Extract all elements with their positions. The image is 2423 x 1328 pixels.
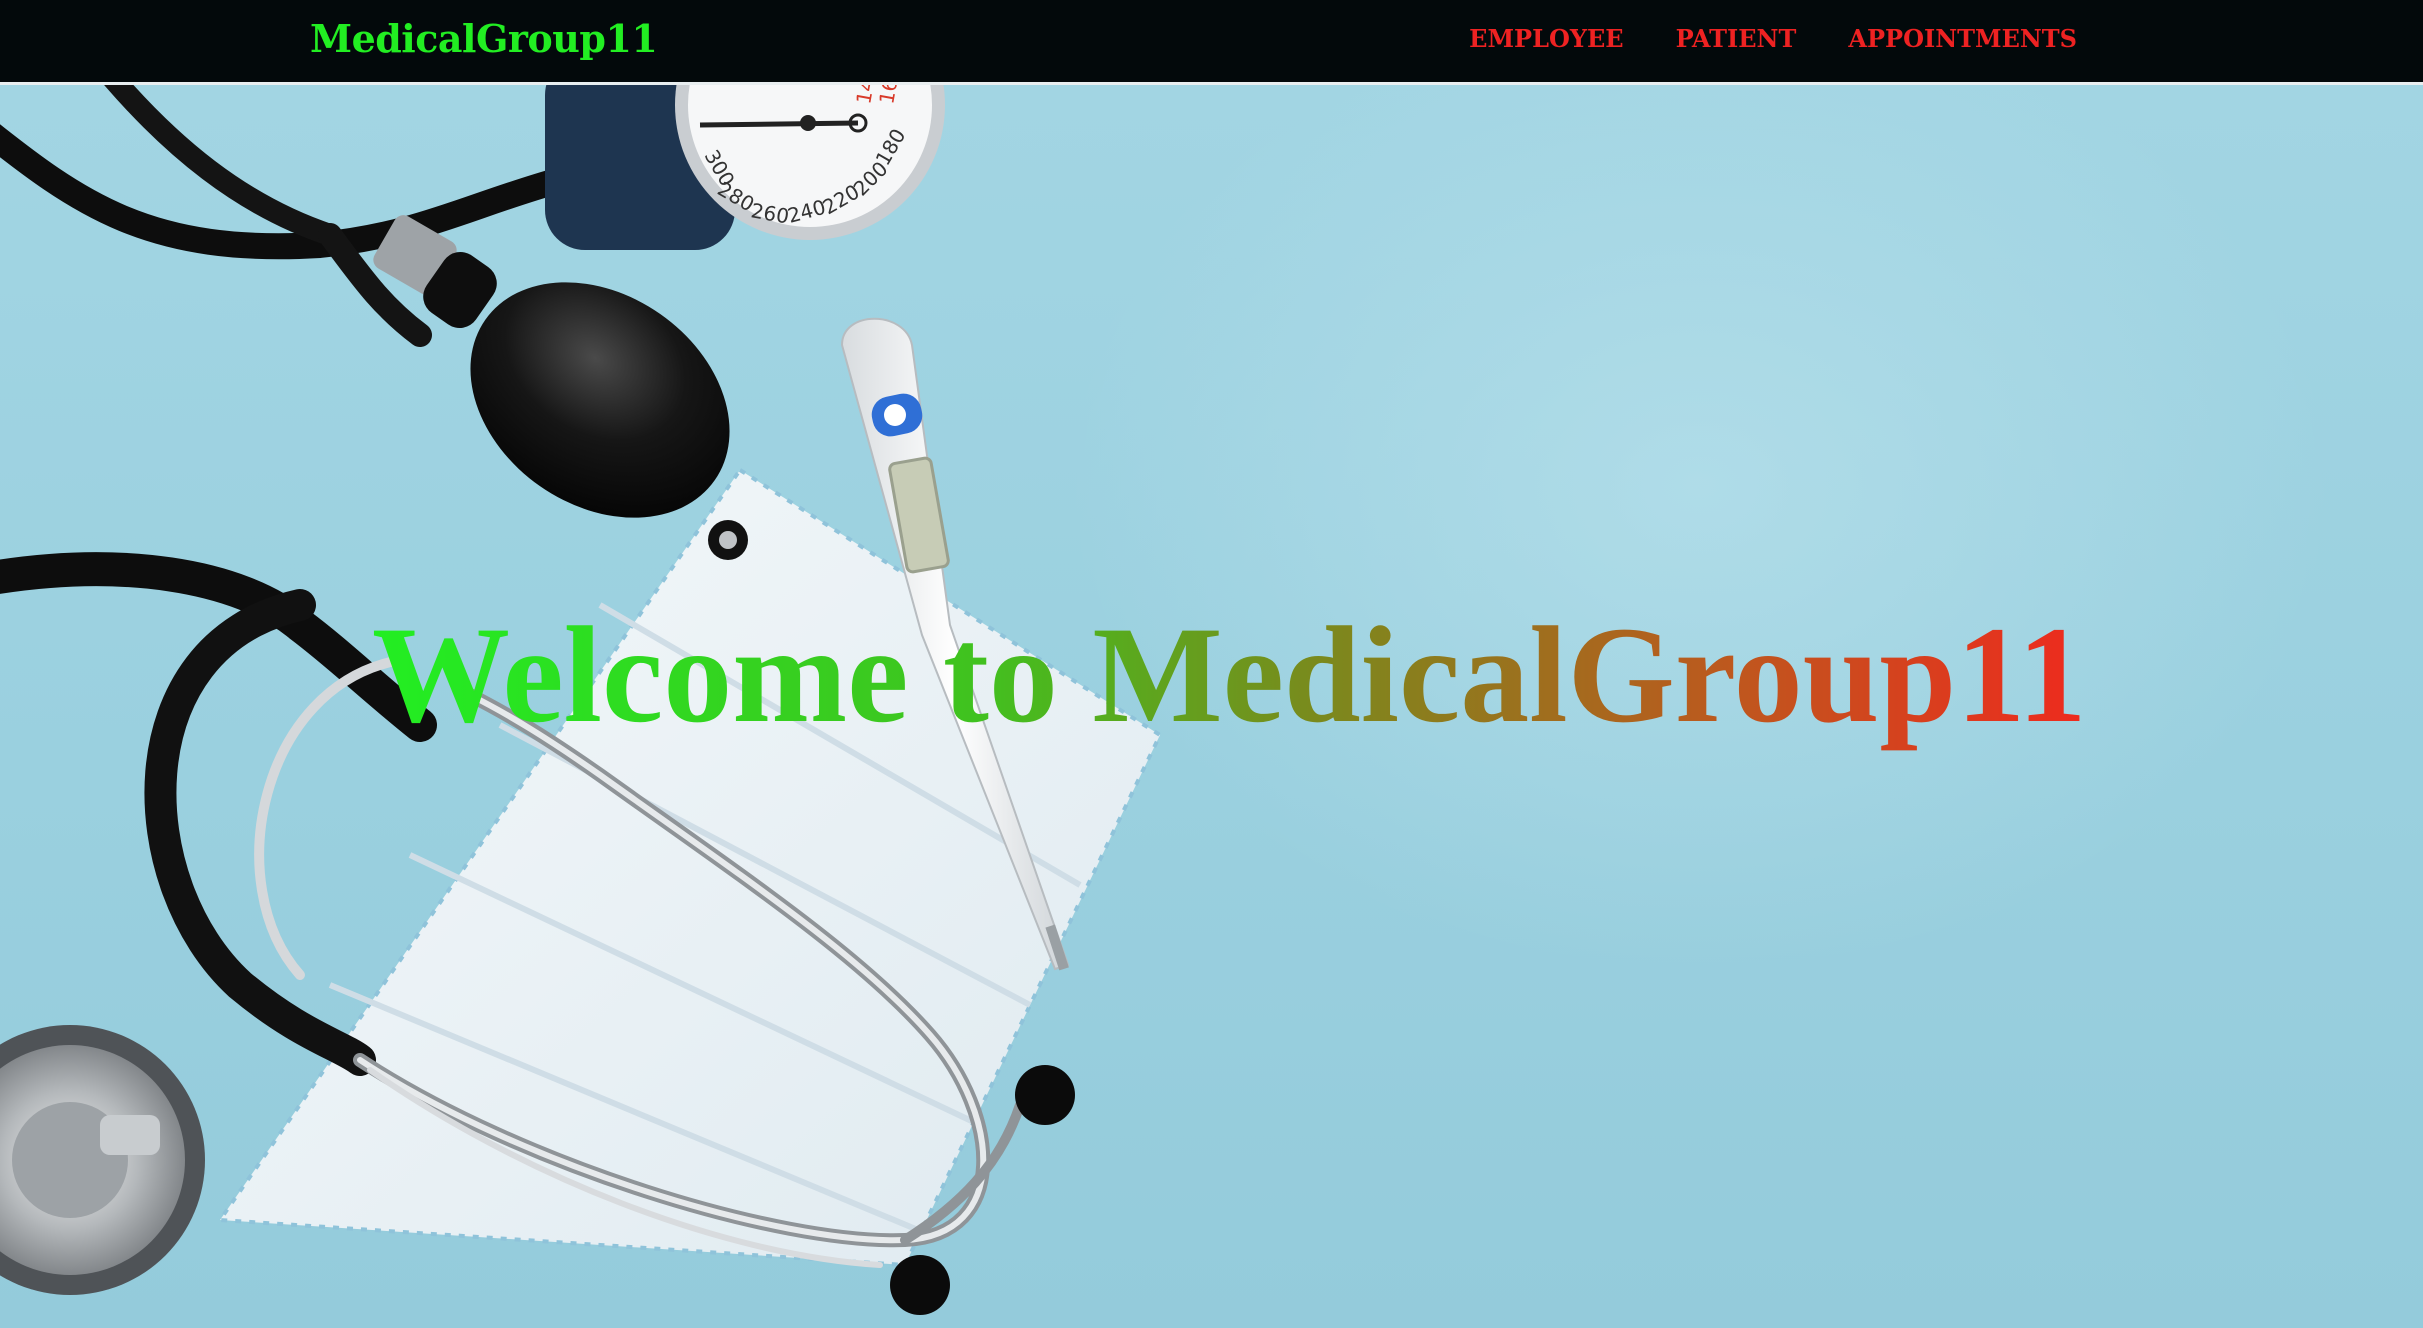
stethoscope-chestpiece-icon <box>0 1025 205 1295</box>
nav-link-employee[interactable]: EMPLOYEE <box>1469 24 1623 53</box>
nav-item-employee: EMPLOYEE <box>1469 24 1623 54</box>
welcome-heading: Welcome to MedicalGroup11 <box>372 595 2087 755</box>
earpiece-icon <box>1015 1065 1075 1125</box>
brand-logo-link[interactable]: MedicalGroup11 <box>310 14 658 64</box>
nav-item-patient: PATIENT <box>1676 24 1797 54</box>
nav-links: EMPLOYEE PATIENT APPOINTMENTS <box>1469 24 2077 54</box>
nav-link-appointments[interactable]: APPOINTMENTS <box>1848 24 2077 53</box>
nav-item-appointments: APPOINTMENTS <box>1848 24 2077 54</box>
pressure-gauge-icon: 140 160 180 200 220 240 260 280 300 <box>545 85 945 250</box>
navbar: MedicalGroup11 EMPLOYEE PATIENT APPOINTM… <box>0 0 2423 85</box>
earpiece-icon <box>890 1255 950 1315</box>
nav-link-patient[interactable]: PATIENT <box>1676 24 1797 53</box>
hero-section: 140 160 180 200 220 240 260 280 300 <box>0 85 2423 1328</box>
